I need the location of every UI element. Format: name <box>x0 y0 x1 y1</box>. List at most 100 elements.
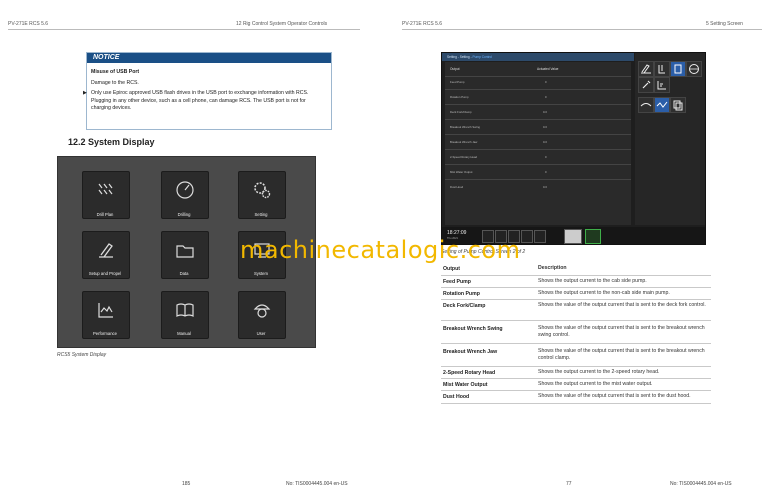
output-name: 2-Speed Rotary Head <box>443 370 496 376</box>
side-settings-button[interactable] <box>638 97 654 113</box>
row-value: 0 <box>545 155 547 159</box>
left-header-section: 12 Rig Control System Operator Controls <box>236 21 328 27</box>
side-rig-button[interactable] <box>638 61 654 77</box>
row-divider <box>445 134 631 135</box>
output-description: Shows the output current to the non-cab … <box>538 289 670 296</box>
wrench-icon <box>642 80 651 89</box>
row-divider <box>445 149 631 150</box>
row-name: Rotation Pump <box>450 95 469 99</box>
output-description: Shows the output current to the mist wat… <box>538 380 653 387</box>
side-pump-button[interactable] <box>670 61 686 77</box>
row-divider <box>445 104 631 105</box>
helmet-icon <box>253 304 271 318</box>
side-tool-button[interactable] <box>638 77 654 93</box>
left-header-doc: PV-271E RCS 5.6 <box>8 21 49 27</box>
pump-output-table: Output Actuated Value Feed Pump 0 Rotati… <box>445 62 631 225</box>
row-name: Breakout Wrench Swing <box>450 125 480 129</box>
status-rig-icon[interactable] <box>585 229 601 244</box>
output-description: Shows the value of the output current th… <box>538 347 705 361</box>
chart-icon <box>98 303 113 318</box>
row-value: 0.0 <box>543 185 547 189</box>
globe-icon <box>689 64 699 74</box>
side-measure-button[interactable] <box>654 77 670 93</box>
tile-label-manual: Manual <box>177 331 191 336</box>
watermark-text: machinecatalogic.com <box>240 236 521 264</box>
table-row: Breakout Wrench Jaw Shows the value of t… <box>441 344 711 367</box>
sliders-icon <box>640 103 652 107</box>
signal-icon <box>656 101 668 108</box>
output-name: Rotation Pump <box>443 291 480 297</box>
tile-label-performance: Performance <box>93 331 117 336</box>
right-header-doc: PV-271E RCS 5.6 <box>402 21 443 27</box>
output-name: Mist Water Output <box>443 382 488 388</box>
left-header-rule <box>8 29 360 30</box>
row-value: 0 <box>545 80 547 84</box>
output-name: Deck Fork/Clamp <box>443 303 486 309</box>
table-row: Breakout Wrench Swing Shows the value of… <box>441 321 711 344</box>
gear-icon <box>254 182 271 199</box>
left-page-number: 185 <box>182 481 191 487</box>
output-name: Breakout Wrench Swing <box>443 326 503 332</box>
left-doc-number: No: TIS0004445.004 en-US <box>286 481 348 487</box>
row-divider <box>445 119 631 120</box>
right-doc-number: No: TIS0004445.004 en-US <box>670 481 732 487</box>
side-drill-button[interactable] <box>654 61 670 77</box>
output-name: Breakout Wrench Jaw <box>443 349 498 355</box>
screen-breadcrumb: Setting - Setting - Pump Control <box>447 55 492 59</box>
row-divider <box>445 164 631 165</box>
side-copy-button[interactable] <box>670 97 686 113</box>
status-gauge-icon[interactable] <box>521 230 533 243</box>
table-row: Dust Hood Shows the value of the output … <box>441 391 711 404</box>
row-name: Breakout Wrench Jaw <box>450 140 478 144</box>
row-value: 0.0 <box>543 140 547 144</box>
notice-consequence: Damage to the RCS. <box>91 80 139 86</box>
tile-label-user: User <box>256 331 266 336</box>
drill-icon <box>658 65 665 74</box>
notice-instruction: Only use Epiroc approved USB flash drive… <box>91 90 309 112</box>
row-name: Mist Water Output <box>450 170 473 174</box>
section-title: 12.2 System Display <box>68 137 155 147</box>
row-divider <box>445 89 631 90</box>
side-signal-button[interactable] <box>654 97 670 113</box>
book-icon <box>176 303 194 317</box>
table-row: 2-Speed Rotary Head Shows the output cur… <box>441 367 711 379</box>
row-name: 2-Speed Rotary Head <box>450 155 478 159</box>
measure-icon <box>657 81 666 90</box>
col-output: Output <box>450 67 460 71</box>
table-row: Feed Pump Shows the output current to th… <box>441 276 711 288</box>
table-header-row: Output Description <box>441 263 711 276</box>
row-divider <box>445 179 631 180</box>
output-description: Shows the value of the output current th… <box>538 324 705 338</box>
rig-icon <box>641 64 651 74</box>
header-divider <box>445 76 631 77</box>
right-page-number: 77 <box>566 481 572 487</box>
notice-title: NOTICE <box>87 53 331 63</box>
row-value: 0.0 <box>543 110 547 114</box>
breadcrumb-active: Pump Control <box>472 54 493 59</box>
right-header-section: 5 Setting Screen <box>706 21 743 27</box>
tile-label-setup-and-propel: Setup and Propel <box>88 271 122 276</box>
pump-icon <box>674 64 682 74</box>
table-row: Mist Water Output Shows the output curre… <box>441 379 711 391</box>
rcs-display-caption: RCS5 System Display <box>57 352 107 358</box>
tile-label-setting: Setting <box>254 212 268 217</box>
tile-label-drill-plan: Drill Plan <box>96 212 114 217</box>
gauge-icon <box>176 181 194 199</box>
col-header-output: Output <box>443 266 460 272</box>
row-name: Deck Fork/Clamp <box>450 110 472 114</box>
row-value: 0.0 <box>543 125 547 129</box>
right-header-rule <box>402 29 762 30</box>
grid-menu-icon[interactable] <box>564 229 582 244</box>
rig-icon <box>99 243 113 258</box>
output-description: Shows the output current to the 2-speed … <box>538 368 660 375</box>
row-name: Dust Hood <box>450 185 464 189</box>
tile-label-data: Data <box>179 271 189 276</box>
row-value: 0 <box>545 170 547 174</box>
status-timer-icon[interactable] <box>534 230 546 243</box>
side-globe-button[interactable] <box>686 61 702 77</box>
drill-plan-icon <box>98 183 113 195</box>
output-description: Shows the value of the output current th… <box>538 301 706 308</box>
copy-icon <box>673 100 683 111</box>
folder-icon <box>176 245 194 258</box>
col-actuated-value: Actuated Value <box>537 67 559 71</box>
